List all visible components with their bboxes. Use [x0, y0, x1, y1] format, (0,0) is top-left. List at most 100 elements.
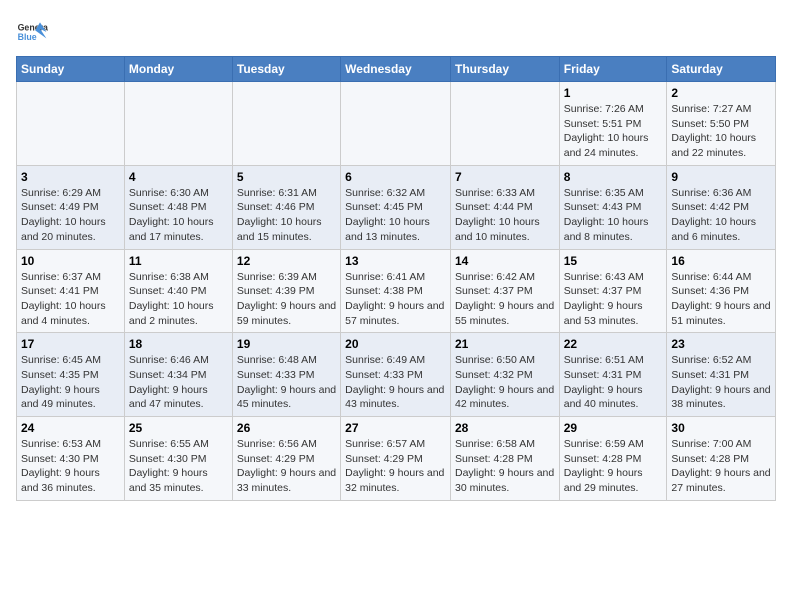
col-header-wednesday: Wednesday	[341, 57, 451, 82]
day-info: Sunrise: 6:35 AM Sunset: 4:43 PM Dayligh…	[564, 186, 663, 245]
calendar-cell: 15 Sunrise: 6:43 AM Sunset: 4:37 PM Dayli…	[559, 249, 667, 333]
day-info: Sunrise: 6:43 AM Sunset: 4:37 PM Dayligh…	[564, 270, 663, 329]
calendar-cell: 3 Sunrise: 6:29 AM Sunset: 4:49 PM Daylig…	[17, 165, 125, 249]
day-info: Sunrise: 6:38 AM Sunset: 4:40 PM Dayligh…	[129, 270, 228, 329]
day-info: Sunrise: 6:29 AM Sunset: 4:49 PM Dayligh…	[21, 186, 120, 245]
day-number: 4	[129, 170, 228, 184]
day-number: 23	[671, 337, 771, 351]
day-info: Sunrise: 6:32 AM Sunset: 4:45 PM Dayligh…	[345, 186, 446, 245]
day-info: Sunrise: 6:58 AM Sunset: 4:28 PM Dayligh…	[455, 437, 555, 496]
day-number: 21	[455, 337, 555, 351]
svg-text:General: General	[18, 22, 48, 32]
day-number: 6	[345, 170, 446, 184]
page-header: General Blue	[16, 16, 776, 48]
col-header-tuesday: Tuesday	[232, 57, 340, 82]
day-number: 2	[671, 86, 771, 100]
day-number: 1	[564, 86, 663, 100]
day-number: 16	[671, 254, 771, 268]
calendar-week-row: 24 Sunrise: 6:53 AM Sunset: 4:30 PM Dayli…	[17, 417, 776, 501]
day-info: Sunrise: 6:56 AM Sunset: 4:29 PM Dayligh…	[237, 437, 336, 496]
day-number: 30	[671, 421, 771, 435]
day-number: 22	[564, 337, 663, 351]
calendar-cell: 4 Sunrise: 6:30 AM Sunset: 4:48 PM Daylig…	[124, 165, 232, 249]
calendar-cell: 1 Sunrise: 7:26 AM Sunset: 5:51 PM Daylig…	[559, 82, 667, 166]
calendar-week-row: 1 Sunrise: 7:26 AM Sunset: 5:51 PM Daylig…	[17, 82, 776, 166]
day-info: Sunrise: 6:51 AM Sunset: 4:31 PM Dayligh…	[564, 353, 663, 412]
calendar-cell: 11Sunrise: 6:38 AM Sunset: 4:40 PM Dayli…	[124, 249, 232, 333]
day-info: Sunrise: 6:50 AM Sunset: 4:32 PM Dayligh…	[455, 353, 555, 412]
calendar-cell: 23 Sunrise: 6:52 AM Sunset: 4:31 PM Dayli…	[667, 333, 776, 417]
day-info: Sunrise: 7:26 AM Sunset: 5:51 PM Dayligh…	[564, 102, 663, 161]
day-info: Sunrise: 6:57 AM Sunset: 4:29 PM Dayligh…	[345, 437, 446, 496]
calendar-cell: 6 Sunrise: 6:32 AM Sunset: 4:45 PM Daylig…	[341, 165, 451, 249]
day-info: Sunrise: 6:45 AM Sunset: 4:35 PM Dayligh…	[21, 353, 120, 412]
day-number: 14	[455, 254, 555, 268]
calendar-cell: 12 Sunrise: 6:39 AM Sunset: 4:39 PM Dayli…	[232, 249, 340, 333]
day-number: 12	[237, 254, 336, 268]
day-info: Sunrise: 6:48 AM Sunset: 4:33 PM Dayligh…	[237, 353, 336, 412]
day-number: 19	[237, 337, 336, 351]
day-number: 3	[21, 170, 120, 184]
calendar-cell: 21 Sunrise: 6:50 AM Sunset: 4:32 PM Dayli…	[450, 333, 559, 417]
calendar-cell: 26 Sunrise: 6:56 AM Sunset: 4:29 PM Dayli…	[232, 417, 340, 501]
day-info: Sunrise: 6:52 AM Sunset: 4:31 PM Dayligh…	[671, 353, 771, 412]
day-number: 18	[129, 337, 228, 351]
day-number: 24	[21, 421, 120, 435]
calendar-cell	[341, 82, 451, 166]
day-number: 26	[237, 421, 336, 435]
calendar-week-row: 3 Sunrise: 6:29 AM Sunset: 4:49 PM Daylig…	[17, 165, 776, 249]
calendar-cell	[450, 82, 559, 166]
col-header-saturday: Saturday	[667, 57, 776, 82]
col-header-thursday: Thursday	[450, 57, 559, 82]
calendar-cell: 28 Sunrise: 6:58 AM Sunset: 4:28 PM Dayli…	[450, 417, 559, 501]
day-number: 5	[237, 170, 336, 184]
logo-icon: General Blue	[16, 16, 48, 48]
col-header-friday: Friday	[559, 57, 667, 82]
svg-text:Blue: Blue	[18, 32, 37, 42]
day-number: 25	[129, 421, 228, 435]
day-info: Sunrise: 6:53 AM Sunset: 4:30 PM Dayligh…	[21, 437, 120, 496]
day-info: Sunrise: 7:27 AM Sunset: 5:50 PM Dayligh…	[671, 102, 771, 161]
day-number: 29	[564, 421, 663, 435]
calendar-cell: 20 Sunrise: 6:49 AM Sunset: 4:33 PM Dayli…	[341, 333, 451, 417]
calendar-header-row: SundayMondayTuesdayWednesdayThursdayFrid…	[17, 57, 776, 82]
day-info: Sunrise: 6:31 AM Sunset: 4:46 PM Dayligh…	[237, 186, 336, 245]
calendar-cell: 19 Sunrise: 6:48 AM Sunset: 4:33 PM Dayli…	[232, 333, 340, 417]
calendar-cell: 5 Sunrise: 6:31 AM Sunset: 4:46 PM Daylig…	[232, 165, 340, 249]
day-number: 13	[345, 254, 446, 268]
day-info: Sunrise: 6:49 AM Sunset: 4:33 PM Dayligh…	[345, 353, 446, 412]
day-info: Sunrise: 7:00 AM Sunset: 4:28 PM Dayligh…	[671, 437, 771, 496]
calendar-cell: 30 Sunrise: 7:00 AM Sunset: 4:28 PM Dayli…	[667, 417, 776, 501]
day-number: 20	[345, 337, 446, 351]
day-info: Sunrise: 6:44 AM Sunset: 4:36 PM Dayligh…	[671, 270, 771, 329]
calendar-cell: 8Sunrise: 6:35 AM Sunset: 4:43 PM Daylig…	[559, 165, 667, 249]
day-number: 28	[455, 421, 555, 435]
day-number: 10	[21, 254, 120, 268]
logo: General Blue	[16, 16, 48, 48]
calendar-cell: 10 Sunrise: 6:37 AM Sunset: 4:41 PM Dayli…	[17, 249, 125, 333]
day-info: Sunrise: 6:59 AM Sunset: 4:28 PM Dayligh…	[564, 437, 663, 496]
calendar-cell	[232, 82, 340, 166]
day-info: Sunrise: 6:36 AM Sunset: 4:42 PM Dayligh…	[671, 186, 771, 245]
day-info: Sunrise: 6:39 AM Sunset: 4:39 PM Dayligh…	[237, 270, 336, 329]
calendar-cell: 24 Sunrise: 6:53 AM Sunset: 4:30 PM Dayli…	[17, 417, 125, 501]
calendar-cell: 14 Sunrise: 6:42 AM Sunset: 4:37 PM Dayli…	[450, 249, 559, 333]
calendar-cell: 16 Sunrise: 6:44 AM Sunset: 4:36 PM Dayli…	[667, 249, 776, 333]
day-info: Sunrise: 6:55 AM Sunset: 4:30 PM Dayligh…	[129, 437, 228, 496]
day-number: 27	[345, 421, 446, 435]
day-info: Sunrise: 6:37 AM Sunset: 4:41 PM Dayligh…	[21, 270, 120, 329]
calendar-cell: 17 Sunrise: 6:45 AM Sunset: 4:35 PM Dayli…	[17, 333, 125, 417]
day-number: 9	[671, 170, 771, 184]
day-info: Sunrise: 6:41 AM Sunset: 4:38 PM Dayligh…	[345, 270, 446, 329]
calendar-table: SundayMondayTuesdayWednesdayThursdayFrid…	[16, 56, 776, 501]
calendar-cell	[124, 82, 232, 166]
day-info: Sunrise: 6:46 AM Sunset: 4:34 PM Dayligh…	[129, 353, 228, 412]
day-number: 17	[21, 337, 120, 351]
calendar-cell: 18 Sunrise: 6:46 AM Sunset: 4:34 PM Dayli…	[124, 333, 232, 417]
calendar-cell: 2 Sunrise: 7:27 AM Sunset: 5:50 PM Daylig…	[667, 82, 776, 166]
day-info: Sunrise: 6:33 AM Sunset: 4:44 PM Dayligh…	[455, 186, 555, 245]
calendar-cell: 25 Sunrise: 6:55 AM Sunset: 4:30 PM Dayli…	[124, 417, 232, 501]
day-number: 15	[564, 254, 663, 268]
day-info: Sunrise: 6:42 AM Sunset: 4:37 PM Dayligh…	[455, 270, 555, 329]
day-info: Sunrise: 6:30 AM Sunset: 4:48 PM Dayligh…	[129, 186, 228, 245]
